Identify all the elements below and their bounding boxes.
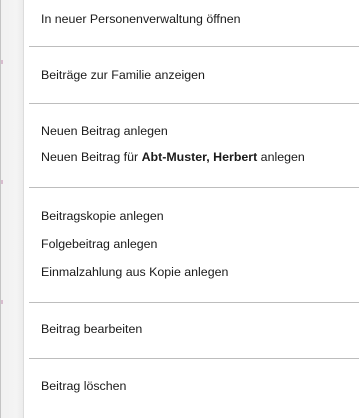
- menu-left-edge: [1, 0, 3, 418]
- menu-item-one-time-payment-from-copy[interactable]: Einmalzahlung aus Kopie anlegen: [41, 261, 355, 283]
- menu-separator: [29, 46, 359, 47]
- menu-item-edit-contribution[interactable]: Beitrag bearbeiten: [41, 318, 355, 340]
- menu-separator: [29, 302, 359, 303]
- person-name: Abt-Muster, Herbert: [141, 150, 258, 164]
- menu-item-new-contribution[interactable]: Neuen Beitrag anlegen: [41, 120, 355, 142]
- menu-item-open-in-new-person-admin[interactable]: In neuer Personenverwaltung öffnen: [41, 8, 355, 30]
- menu-separator: [29, 358, 359, 359]
- menu-item-new-contribution-for-person[interactable]: Neuen Beitrag für Abt-Muster, Herbert an…: [41, 146, 355, 168]
- menu-item-follow-up-contribution[interactable]: Folgebeitrag anlegen: [41, 233, 355, 255]
- menu-item-show-family-contributions[interactable]: Beiträge zur Familie anzeigen: [41, 64, 355, 86]
- menu-item-label-suffix: anlegen: [257, 150, 305, 164]
- menu-item-label-prefix: Neuen Beitrag für: [41, 150, 142, 164]
- menu-separator: [29, 103, 359, 104]
- menu-item-delete-contribution[interactable]: Beitrag löschen: [41, 375, 355, 397]
- menu-item-copy-contribution[interactable]: Beitragskopie anlegen: [41, 205, 355, 227]
- menu-separator: [29, 187, 359, 188]
- context-menu: In neuer Personenverwaltung öffnen Beitr…: [0, 0, 363, 418]
- menu-icon-gutter: [1, 0, 24, 418]
